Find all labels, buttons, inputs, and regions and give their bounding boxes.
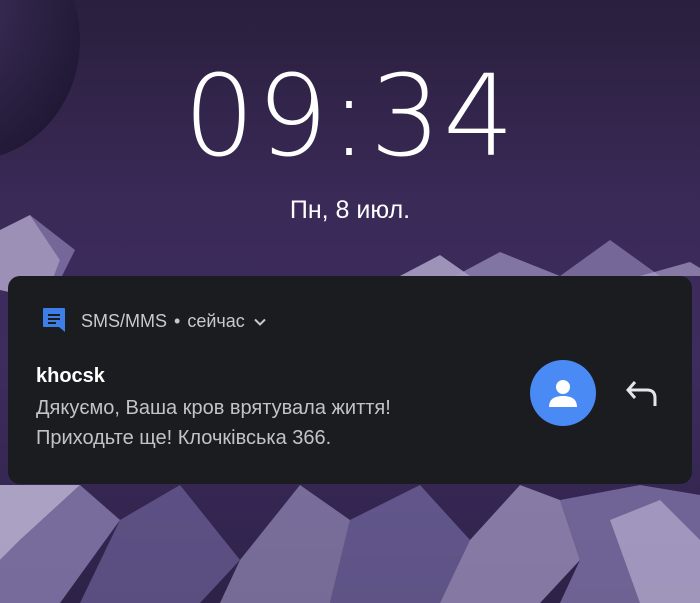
contact-avatar[interactable] xyxy=(530,360,596,426)
lockscreen-date: Пн, 8 июл. xyxy=(289,196,411,224)
app-name: SMS/MMS xyxy=(81,311,168,331)
separator-dot: • xyxy=(174,311,181,331)
chevron-down-icon[interactable] xyxy=(253,315,267,329)
lockscreen-clock: 09:34 xyxy=(183,52,517,182)
notification-timestamp: сейчас xyxy=(187,311,245,331)
message-text-line-2: Приходьте ще! Клочківська 366. xyxy=(36,427,332,449)
reply-icon[interactable] xyxy=(625,378,659,408)
notification-header[interactable]: SMS/MMS • сейчас xyxy=(81,309,267,333)
person-icon xyxy=(549,380,577,407)
message-sender: khocsk xyxy=(36,365,105,387)
message-icon xyxy=(43,308,65,332)
notification-card[interactable]: SMS/MMS • сейчас khocsk Дякуємо, Ваша кров… xyxy=(8,276,692,484)
message-text-line-1: Дякуємо, Ваша кров врятувала життя! xyxy=(36,397,391,419)
